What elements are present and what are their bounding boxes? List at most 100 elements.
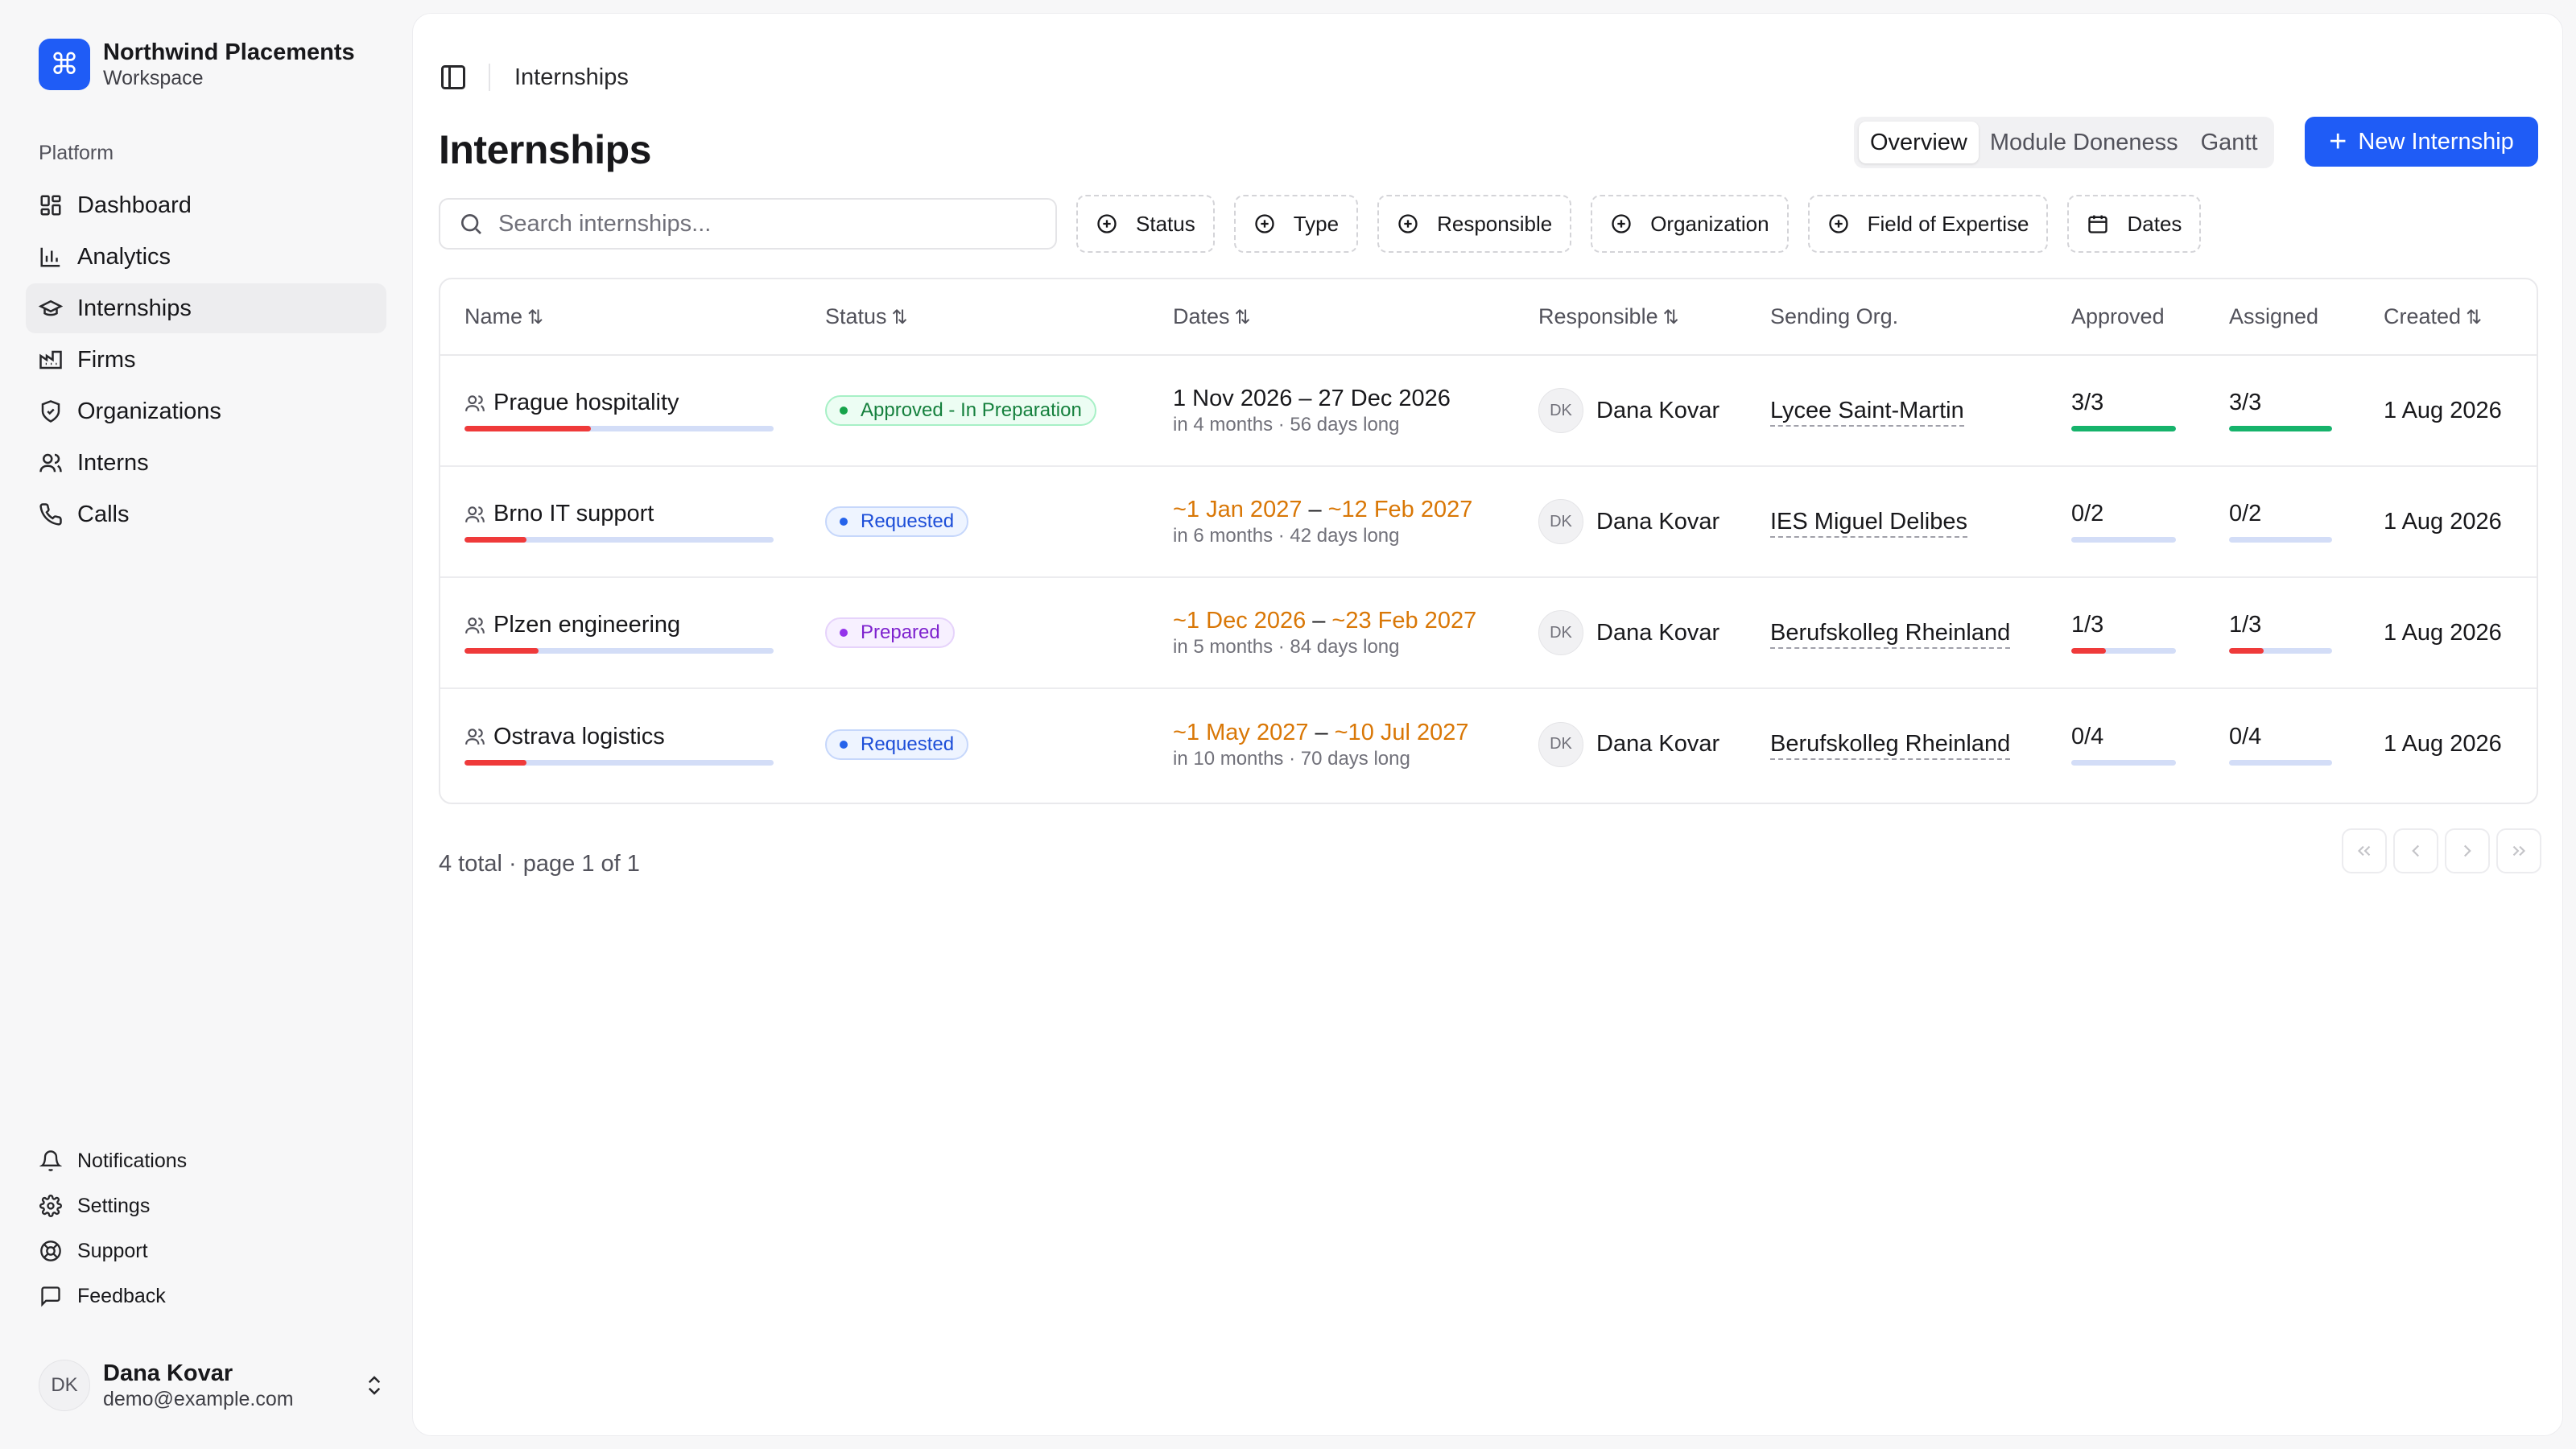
internship-progress-bar xyxy=(464,426,774,431)
sidebar-item-calls[interactable]: Calls xyxy=(26,489,386,539)
sidebar-item-label: Analytics xyxy=(77,243,171,270)
sidebar-item-analytics[interactable]: Analytics xyxy=(26,232,386,282)
cell-assigned: 0/2 xyxy=(2205,466,2359,578)
sidebar-item-support[interactable]: Support xyxy=(26,1228,386,1274)
column-header-name[interactable]: Name ⇅ xyxy=(440,279,801,356)
sidebar-item-internships[interactable]: Internships xyxy=(26,283,386,333)
sidebar-secondary-nav: Notifications Settings Support Feedback xyxy=(26,1138,386,1319)
chevrons-left-icon xyxy=(2357,845,2371,857)
column-header-created[interactable]: Created ⇅ xyxy=(2359,279,2537,356)
column-header-status[interactable]: Status ⇅ xyxy=(801,279,1149,356)
column-header-responsible[interactable]: Responsible ⇅ xyxy=(1514,279,1746,356)
date-range: ~1 May 2027– ~10 Jul 2027 xyxy=(1173,719,1469,745)
sending-org-link[interactable]: Lycee Saint-Martin xyxy=(1770,397,1964,427)
filter-field-of-expertise-button[interactable]: Field of Expertise xyxy=(1807,195,2049,253)
sending-org-link[interactable]: IES Miguel Delibes xyxy=(1770,508,1967,538)
user-icon xyxy=(465,394,485,411)
graduation-cap-icon xyxy=(39,296,63,320)
cell-sending-org[interactable]: IES Miguel Delibes xyxy=(1746,466,2047,578)
filter-type-button[interactable]: Type xyxy=(1233,195,1359,253)
cell-approved: 0/2 xyxy=(2047,466,2205,578)
new-internship-button[interactable]: + New Internship xyxy=(2305,117,2538,167)
avatar: DK xyxy=(1538,610,1583,655)
brand[interactable]: ⌘ Northwind Placements Workspace xyxy=(39,39,355,90)
sidebar-item-label: Feedback xyxy=(77,1284,166,1307)
breadcrumb[interactable]: Internships xyxy=(514,64,629,91)
next-page-button[interactable] xyxy=(2445,828,2490,873)
internship-name[interactable]: Prague hospitality xyxy=(493,390,679,416)
shield-icon xyxy=(39,399,63,423)
column-header-dates[interactable]: Dates ⇅ xyxy=(1149,279,1514,356)
assigned-bar xyxy=(2229,648,2332,654)
cell-created: 1 Aug 2026 xyxy=(2359,466,2537,578)
filter-dates-button[interactable]: Dates xyxy=(2067,195,2202,253)
filter-organization-button[interactable]: Organization xyxy=(1591,195,1789,253)
user-icon xyxy=(465,506,485,522)
sidebar-item-dashboard[interactable]: Dashboard xyxy=(26,180,386,230)
filter-status-button[interactable]: Status xyxy=(1076,195,1215,253)
last-page-button[interactable] xyxy=(2496,828,2541,873)
sort-icon: ⇅ xyxy=(527,307,544,328)
progress-fill xyxy=(464,426,592,431)
sidebar-item-label: Internships xyxy=(77,295,192,321)
created-date: 1 Aug 2026 xyxy=(2384,619,2502,646)
sidebar-item-label: Support xyxy=(77,1239,148,1262)
cell-responsible: DK Dana Kovar xyxy=(1514,688,1746,799)
pagination-controls xyxy=(2335,828,2541,873)
internship-progress-bar xyxy=(464,537,774,543)
column-header-approved: Approved xyxy=(2047,279,2205,356)
filter-responsible-button[interactable]: Responsible xyxy=(1377,195,1572,253)
cell-name[interactable]: Prague hospitality xyxy=(440,355,801,467)
search-input[interactable] xyxy=(498,210,1030,237)
brand-logo-icon: ⌘ xyxy=(39,39,90,90)
cell-name[interactable]: Brno IT support xyxy=(440,466,801,578)
filter-label: Status xyxy=(1136,211,1195,236)
sidebar-item-notifications[interactable]: Notifications xyxy=(26,1138,386,1183)
internship-name[interactable]: Brno IT support xyxy=(493,501,654,527)
cell-created: 1 Aug 2026 xyxy=(2359,355,2537,467)
date-duration: in 6 months · 42 days long xyxy=(1173,525,1400,547)
brand-subtitle: Workspace xyxy=(103,67,204,89)
message-icon xyxy=(39,1284,63,1308)
cell-status: Prepared xyxy=(801,577,1149,689)
view-overview-button[interactable]: Overview xyxy=(1859,122,1979,163)
brand-name: Northwind Placements xyxy=(103,39,355,65)
sidebar-item-interns[interactable]: Interns xyxy=(26,438,386,488)
sidebar-item-organizations[interactable]: Organizations xyxy=(26,386,386,436)
first-page-button[interactable] xyxy=(2342,828,2387,873)
column-header-sending-org: Sending Org. xyxy=(1746,279,2047,356)
sort-icon: ⇅ xyxy=(1662,307,1679,328)
date-range: 1 Nov 2026–27 Dec 2026 xyxy=(1173,386,1451,411)
date-end: ~23 Feb 2027 xyxy=(1331,608,1477,634)
view-gantt-button[interactable]: Gantt xyxy=(2190,122,2269,163)
cell-sending-org[interactable]: Berufskolleg Rheinland xyxy=(1746,577,2047,689)
cell-name[interactable]: Plzen engineering xyxy=(440,577,801,689)
sidebar-item-firms[interactable]: Firms xyxy=(26,335,386,385)
previous-page-button[interactable] xyxy=(2393,828,2438,873)
cell-sending-org[interactable]: Berufskolleg Rheinland xyxy=(1746,688,2047,799)
cell-sending-org[interactable]: Lycee Saint-Martin xyxy=(1746,355,2047,467)
progress-fill xyxy=(464,648,539,654)
cell-approved: 0/4 xyxy=(2047,688,2205,799)
table-row[interactable]: Brno IT support Requested ~1 Jan 2027– ~12 … xyxy=(440,466,2537,578)
sending-org-link[interactable]: Berufskolleg Rheinland xyxy=(1770,619,2011,649)
assigned-fill xyxy=(2229,426,2332,431)
cell-name[interactable]: Ostrava logistics xyxy=(440,688,801,799)
sidebar-item-feedback[interactable]: Feedback xyxy=(26,1274,386,1319)
table-row[interactable]: Plzen engineering Prepared ~1 Dec 2026– ~23… xyxy=(440,577,2537,689)
view-module-doneness-button[interactable]: Module Doneness xyxy=(1979,122,2190,163)
sidebar-toggle-icon[interactable] xyxy=(439,63,468,92)
sidebar-item-settings[interactable]: Settings xyxy=(26,1183,386,1228)
plus-circle-icon xyxy=(1612,214,1631,233)
table-row[interactable]: Ostrava logistics Requested ~1 May 2027– ~1… xyxy=(440,688,2537,799)
sending-org-link[interactable]: Berufskolleg Rheinland xyxy=(1770,731,2011,760)
approved-bar xyxy=(2071,759,2176,766)
internship-name[interactable]: Plzen engineering xyxy=(493,612,680,638)
user-menu[interactable]: DK Dana Kovar demo@example.com xyxy=(39,1357,386,1414)
created-date: 1 Aug 2026 xyxy=(2384,508,2502,535)
plus-circle-icon xyxy=(1398,214,1418,233)
table-row[interactable]: Prague hospitality Approved - In Preparat… xyxy=(440,355,2537,467)
internship-name[interactable]: Ostrava logistics xyxy=(493,724,665,750)
status-badge: Prepared xyxy=(825,617,955,648)
date-range: ~1 Dec 2026– ~23 Feb 2027 xyxy=(1173,608,1477,634)
